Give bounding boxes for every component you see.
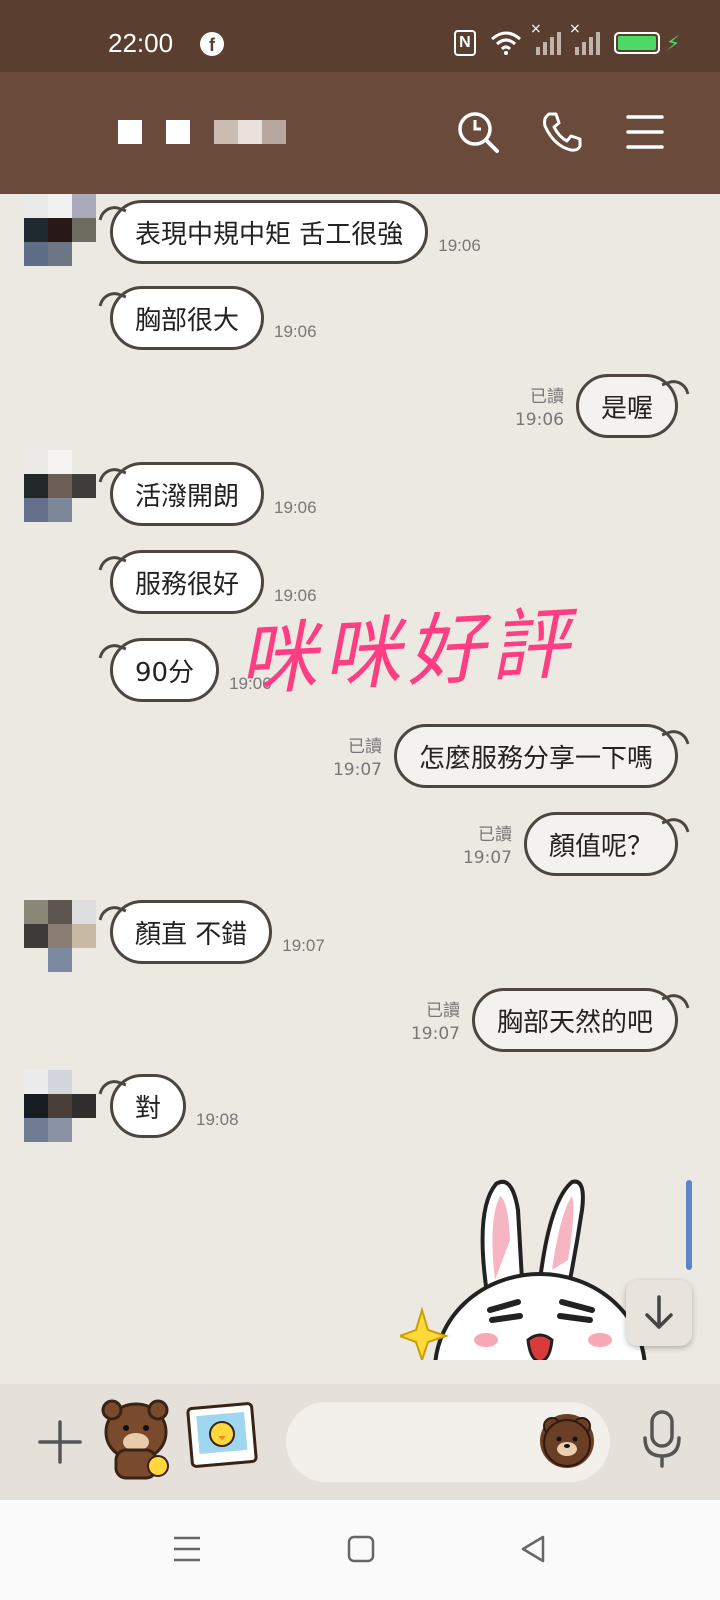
input-bar — [0, 1384, 720, 1500]
message-row: 胸部很大 19:06 — [110, 286, 327, 350]
message-time: 19:08 — [196, 1109, 239, 1129]
sticker-icon[interactable] — [96, 1392, 174, 1482]
message-row: 活潑開朗 19:06 — [110, 462, 327, 526]
scroll-down-button[interactable] — [626, 1280, 692, 1346]
avatar[interactable] — [24, 194, 96, 266]
message-bubble[interactable]: 顏值呢？ — [523, 812, 678, 876]
message-bubble[interactable]: 表現中規中矩 舌工很強 — [110, 200, 429, 264]
system-nav-bar — [0, 1500, 720, 1600]
photo-icon[interactable] — [186, 1400, 260, 1470]
scrollbar[interactable] — [686, 1180, 692, 1270]
status-bar: 22:00 f N ⚡ — [0, 0, 720, 72]
message-time: 19:07 — [282, 935, 325, 955]
back-icon[interactable] — [518, 1534, 548, 1564]
message-row: 已讀 19:07 怎麼服務分享一下嗎 — [333, 724, 678, 788]
chat-area[interactable]: 表現中規中矩 舌工很強 19:06 胸部很大 19:06 已讀 19:06 是喔 … — [0, 194, 720, 1384]
message-time: 19:07 — [332, 760, 382, 781]
bunny-sticker[interactable] — [400, 1170, 650, 1360]
message-bubble[interactable]: 對 — [110, 1074, 187, 1138]
status-time: 22:00 — [108, 28, 174, 58]
read-receipt: 已讀 — [425, 1001, 460, 1022]
emoji-icon[interactable] — [540, 1414, 594, 1468]
signal-icon — [569, 21, 600, 55]
read-receipt: 已讀 — [529, 387, 564, 408]
message-row: 已讀 19:07 胸部天然的吧 — [411, 988, 678, 1052]
message-time: 19:07 — [410, 1024, 460, 1045]
watermark-text: 咪咪好評 — [236, 599, 577, 707]
status-icons: N ⚡ — [453, 21, 680, 56]
message-row: 對 19:08 — [110, 1074, 249, 1138]
message-time: 19:06 — [514, 410, 564, 431]
message-meta: 已讀 19:06 — [515, 386, 564, 432]
charging-icon: ⚡ — [665, 31, 680, 55]
message-bubble[interactable]: 90分 — [110, 638, 220, 702]
facebook-icon: f — [200, 32, 224, 56]
plus-icon[interactable] — [36, 1418, 84, 1466]
message-time: 19:06 — [274, 321, 317, 341]
message-bubble[interactable]: 顏直 不錯 — [110, 900, 273, 964]
chat-header — [0, 72, 720, 194]
message-time: 19:06 — [274, 497, 317, 517]
message-bubble[interactable]: 活潑開朗 — [110, 462, 265, 526]
message-row: 已讀 19:06 是喔 — [515, 374, 678, 438]
read-receipt: 已讀 — [347, 737, 382, 758]
search-icon[interactable] — [456, 110, 500, 154]
message-meta: 已讀 19:07 — [333, 736, 382, 782]
message-bubble[interactable]: 是喔 — [575, 374, 678, 438]
avatar[interactable] — [24, 900, 96, 972]
menu-icon[interactable] — [626, 114, 664, 150]
message-meta: 已讀 19:07 — [463, 824, 512, 870]
message-bubble[interactable]: 胸部天然的吧 — [471, 988, 678, 1052]
message-time: 19:07 — [462, 848, 512, 869]
home-icon[interactable] — [346, 1534, 376, 1564]
message-bubble[interactable]: 怎麼服務分享一下嗎 — [393, 724, 678, 788]
mic-icon[interactable] — [642, 1410, 682, 1468]
phone-icon[interactable] — [540, 110, 584, 154]
battery-icon — [613, 32, 660, 54]
scroll-down-icon — [645, 1295, 673, 1329]
message-bubble[interactable]: 胸部很大 — [110, 286, 265, 350]
message-row: 已讀 19:07 顏值呢？ — [463, 812, 678, 876]
bear-emoji-icon — [543, 1417, 591, 1467]
avatar[interactable] — [24, 450, 96, 522]
recent-apps-icon[interactable] — [172, 1534, 202, 1564]
message-row: 顏直 不錯 19:07 — [110, 900, 335, 964]
message-time: 19:06 — [438, 235, 481, 255]
bunny-sticker-image — [400, 1179, 647, 1360]
avatar[interactable] — [24, 1070, 96, 1142]
signal-icon — [530, 21, 561, 55]
nfc-icon: N — [453, 30, 476, 56]
message-meta: 已讀 19:07 — [411, 1000, 460, 1046]
read-receipt: 已讀 — [477, 825, 512, 846]
message-row: 表現中規中矩 舌工很強 19:06 — [110, 200, 491, 264]
contact-name-pixelated — [118, 120, 286, 144]
wifi-icon — [490, 31, 521, 55]
